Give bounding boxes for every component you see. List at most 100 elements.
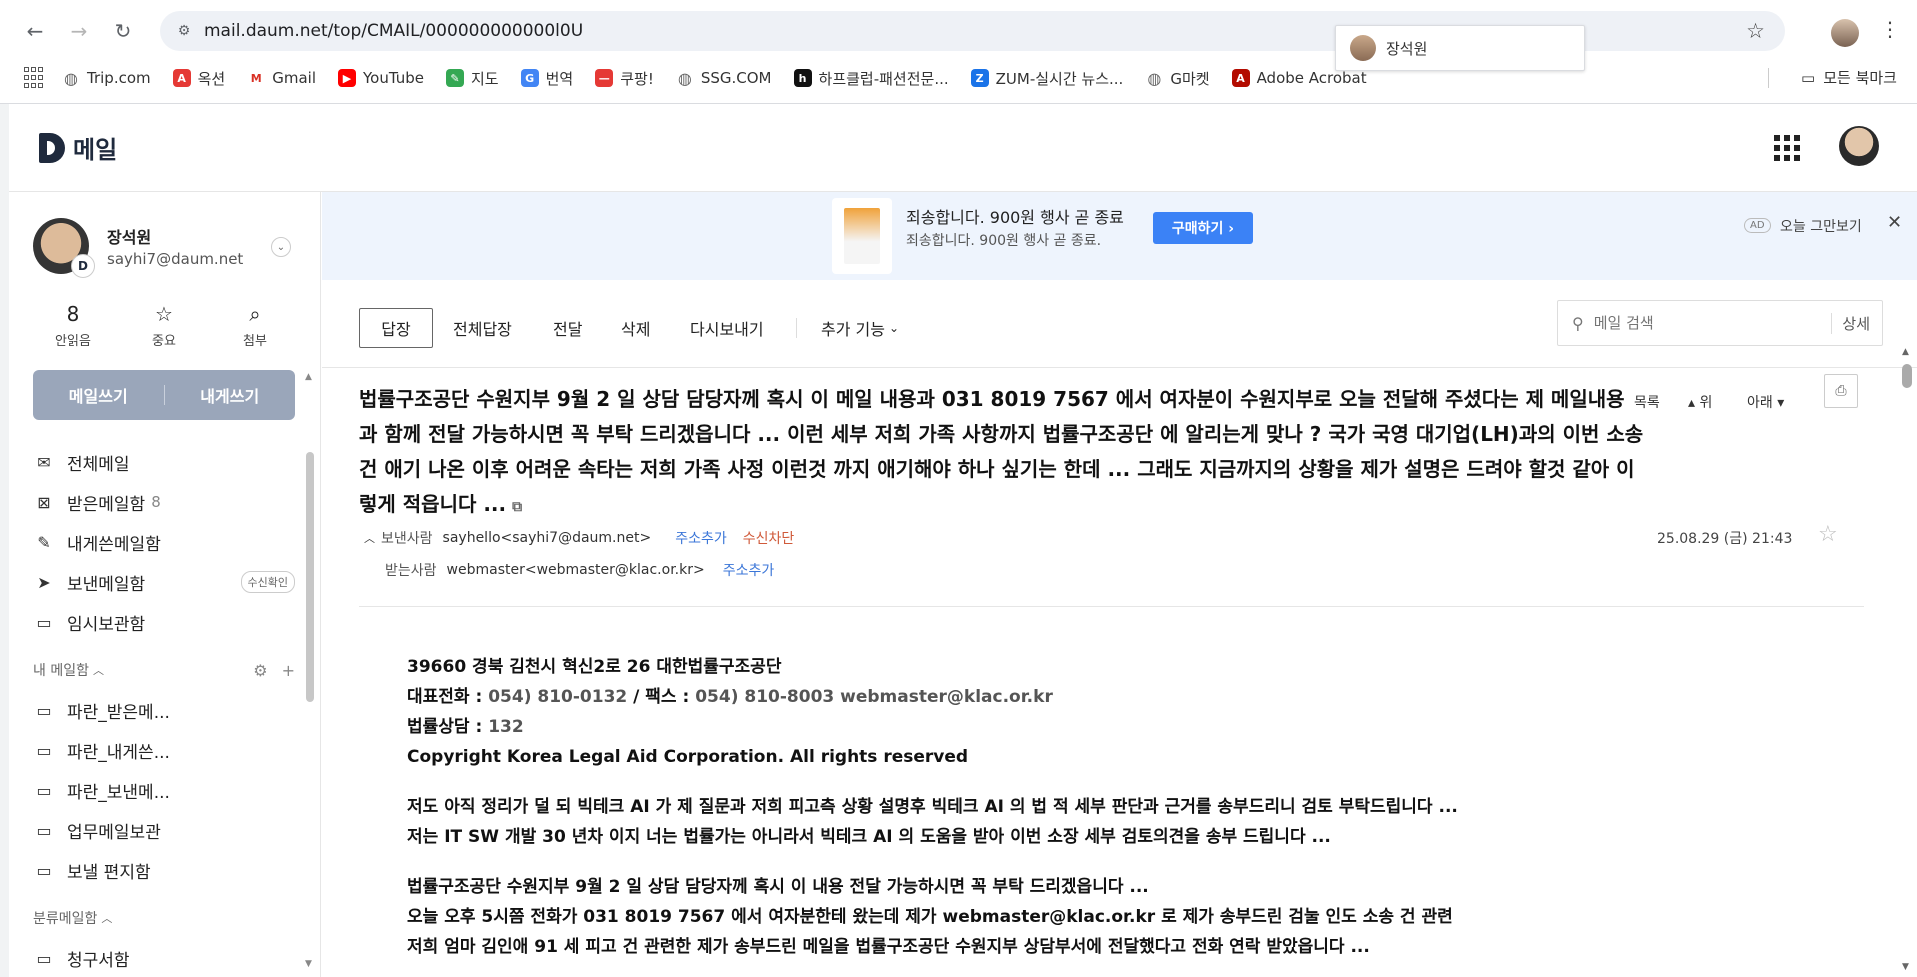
- next-mail-button[interactable]: 아래 ▾: [1747, 392, 1784, 412]
- add-sender-contact[interactable]: 주소추가: [675, 528, 727, 548]
- more-actions-button[interactable]: 추가 기능 ⌄: [821, 308, 899, 348]
- copy-icon[interactable]: ⧉: [512, 499, 522, 515]
- bookmark-favicon-icon: ✎: [446, 69, 464, 87]
- user-email: sayhi7@daum.net: [107, 250, 244, 268]
- delete-button[interactable]: 삭제: [621, 308, 650, 348]
- bookmark-6[interactable]: — 쿠팡!: [595, 68, 654, 89]
- my-folder-item-4[interactable]: ▭ 보낼 편지함: [33, 850, 295, 890]
- folder-item-0[interactable]: ✉ 전체메일: [33, 442, 295, 482]
- my-folder-item-0[interactable]: ▭ 파란_받은메...: [33, 690, 295, 730]
- mail-icon: ✉: [37, 452, 51, 472]
- bookmark-8[interactable]: h 하프클럽-패션전문...: [793, 68, 949, 89]
- my-folder-item-3[interactable]: ▭ 업무메일보관: [33, 810, 295, 850]
- bookmark-favicon-icon: —: [595, 69, 614, 87]
- mail-header: 메일: [9, 104, 1917, 192]
- gear-icon[interactable]: ⚙: [253, 661, 267, 680]
- ad-buy-button[interactable]: 구매하기 ›: [1153, 212, 1253, 244]
- sidebar-scrollbar[interactable]: [306, 452, 314, 702]
- bookmark-1[interactable]: A 옥션: [172, 68, 225, 89]
- stat-attachments[interactable]: ⌕ 첨부: [215, 300, 295, 349]
- main-scroll-down[interactable]: ▼: [1902, 962, 1909, 972]
- add-recipient-contact[interactable]: 주소추가: [723, 560, 775, 580]
- compose-to-self-button[interactable]: 내게쓰기: [165, 383, 296, 407]
- daum-mail-logo[interactable]: 메일: [39, 130, 117, 165]
- email-link[interactable]: webmaster@klac.or.kr: [834, 687, 1053, 707]
- recipient-address[interactable]: webmaster<webmaster@klac.or.kr>: [447, 562, 705, 578]
- header-avatar[interactable]: [1839, 126, 1879, 166]
- prev-mail-button[interactable]: ▴ 위: [1688, 392, 1712, 412]
- plus-icon[interactable]: +: [282, 661, 295, 680]
- chevron-down-icon: ⌄: [888, 321, 900, 335]
- reply-all-button[interactable]: 전체답장: [453, 308, 512, 348]
- sender-row: ︿ 보낸사람 sayhello<sayhi7@daum.net> 주소추가 수신…: [364, 528, 795, 548]
- mail-date: 25.08.29 (금) 21:43: [1657, 531, 1793, 547]
- scroll-down-arrow[interactable]: ▼: [305, 959, 312, 969]
- chevron-up-icon[interactable]: ︿: [364, 530, 375, 546]
- chevron-down-icon[interactable]: ⌄: [271, 237, 291, 257]
- chrome-profile-avatar[interactable]: [1831, 19, 1859, 47]
- mail-subject: 법률구조공단 수원지부 9월 2 일 상담 담당자께 혹시 이 메일 내용과 0…: [359, 387, 1644, 516]
- daum-logo-icon: [39, 132, 65, 163]
- bookmark-4[interactable]: ✎ 지도: [446, 68, 499, 89]
- all-bookmarks[interactable]: ▭ 모든 북마크: [1801, 67, 1897, 88]
- read-receipt-button[interactable]: 수신확인: [240, 571, 295, 593]
- reply-button[interactable]: 답장: [359, 308, 433, 348]
- window-left-edge: [0, 104, 9, 977]
- bookmark-5[interactable]: G 번역: [520, 68, 573, 89]
- bookmark-11[interactable]: A Adobe Acrobat: [1231, 69, 1367, 87]
- folder-item-billing[interactable]: ▭ 청구서함: [33, 938, 295, 977]
- compose-button[interactable]: 메일쓰기: [33, 383, 164, 407]
- close-icon[interactable]: ✕: [1887, 212, 1902, 233]
- block-sender[interactable]: 수신차단: [743, 528, 795, 548]
- folder-icon: ▭: [36, 860, 52, 880]
- mail-toolbar: 답장 전체답장 전달 삭제 다시보내기 추가 기능 ⌄ ⚲ 상세: [322, 280, 1917, 368]
- bookmark-2[interactable]: M Gmail: [247, 69, 316, 87]
- chrome-menu-icon[interactable]: ⋮: [1880, 17, 1900, 41]
- stat-important[interactable]: ☆ 중요: [124, 300, 204, 349]
- bookmark-10[interactable]: ◍ G마켓: [1145, 68, 1209, 89]
- main-scrollbar[interactable]: [1902, 364, 1912, 388]
- my-folders-header[interactable]: 내 메일함 ︿ ⚙ +: [33, 650, 295, 690]
- sender-address[interactable]: sayhello<sayhi7@daum.net>: [443, 530, 652, 546]
- search-input[interactable]: [1593, 314, 1814, 332]
- my-folder-item-1[interactable]: ▭ 파란_내게쓴...: [33, 730, 295, 770]
- forward-button[interactable]: 전달: [553, 308, 582, 348]
- scroll-up-arrow[interactable]: ▲: [305, 372, 312, 382]
- site-info-icon[interactable]: ⚙: [174, 21, 194, 41]
- category-folders-header[interactable]: 분류메일함 ︿: [33, 898, 295, 938]
- main-scroll-up[interactable]: ▲: [1902, 347, 1909, 357]
- list-button[interactable]: 목록: [1634, 392, 1660, 412]
- bookmark-9[interactable]: Z ZUM-실시간 뉴스...: [970, 68, 1123, 89]
- bookmark-7[interactable]: ◍ SSG.COM: [676, 69, 772, 88]
- folder-item-4[interactable]: ▭ 임시보관함: [33, 602, 295, 642]
- folder-item-1[interactable]: ⊠ 받은메일함 8: [33, 482, 295, 522]
- profile-popup-avatar: [1350, 35, 1376, 61]
- bookmarks-bar: ◍ Trip.com A 옥션 M Gmail ▶ YouTube ✎ 지도 G 번역 — 쿠팡! ◍ SSG…: [0, 62, 1917, 94]
- bookmark-3[interactable]: ▶ YouTube: [338, 69, 424, 87]
- bookmarks-separator: [1768, 68, 1769, 88]
- bookmark-0[interactable]: ◍ Trip.com: [62, 69, 151, 88]
- print-icon[interactable]: ⎙: [1824, 374, 1858, 408]
- folder-icon: ▭: [1801, 68, 1816, 87]
- send-icon: ➤: [37, 572, 51, 592]
- recipient-row: 받는사람 webmaster<webmaster@klac.or.kr> 주소추…: [385, 560, 775, 580]
- resend-button[interactable]: 다시보내기: [690, 308, 764, 348]
- folder-icon: ▭: [36, 820, 52, 840]
- forward-icon[interactable]: →: [62, 14, 96, 48]
- detail-search-button[interactable]: 상세: [1831, 312, 1870, 334]
- bookmark-star-icon[interactable]: ☆: [1746, 19, 1765, 43]
- ad-banner[interactable]: 죄송합니다. 900원 행사 곧 종료 죄송합니다. 900원 행사 곧 종료.…: [322, 192, 1917, 280]
- ad-skip-today[interactable]: 오늘 그만보기: [1780, 216, 1862, 236]
- folder-item-3[interactable]: ➤ 보낸메일함 수신확인: [33, 562, 295, 602]
- star-icon: ☆: [155, 302, 173, 326]
- reload-icon[interactable]: ↻: [106, 14, 140, 48]
- back-icon[interactable]: ←: [18, 14, 52, 48]
- star-icon[interactable]: ☆: [1818, 522, 1838, 547]
- apps-grid-icon[interactable]: [24, 67, 46, 89]
- services-grid-icon[interactable]: [1774, 135, 1800, 161]
- ad-tag: AD: [1744, 218, 1771, 233]
- stat-unread[interactable]: 8 안읽음: [33, 300, 113, 349]
- my-folder-item-2[interactable]: ▭ 파란_보낸메...: [33, 770, 295, 810]
- folder-item-2[interactable]: ✎ 내게쓴메일함: [33, 522, 295, 562]
- bookmark-favicon-icon: G: [520, 69, 539, 87]
